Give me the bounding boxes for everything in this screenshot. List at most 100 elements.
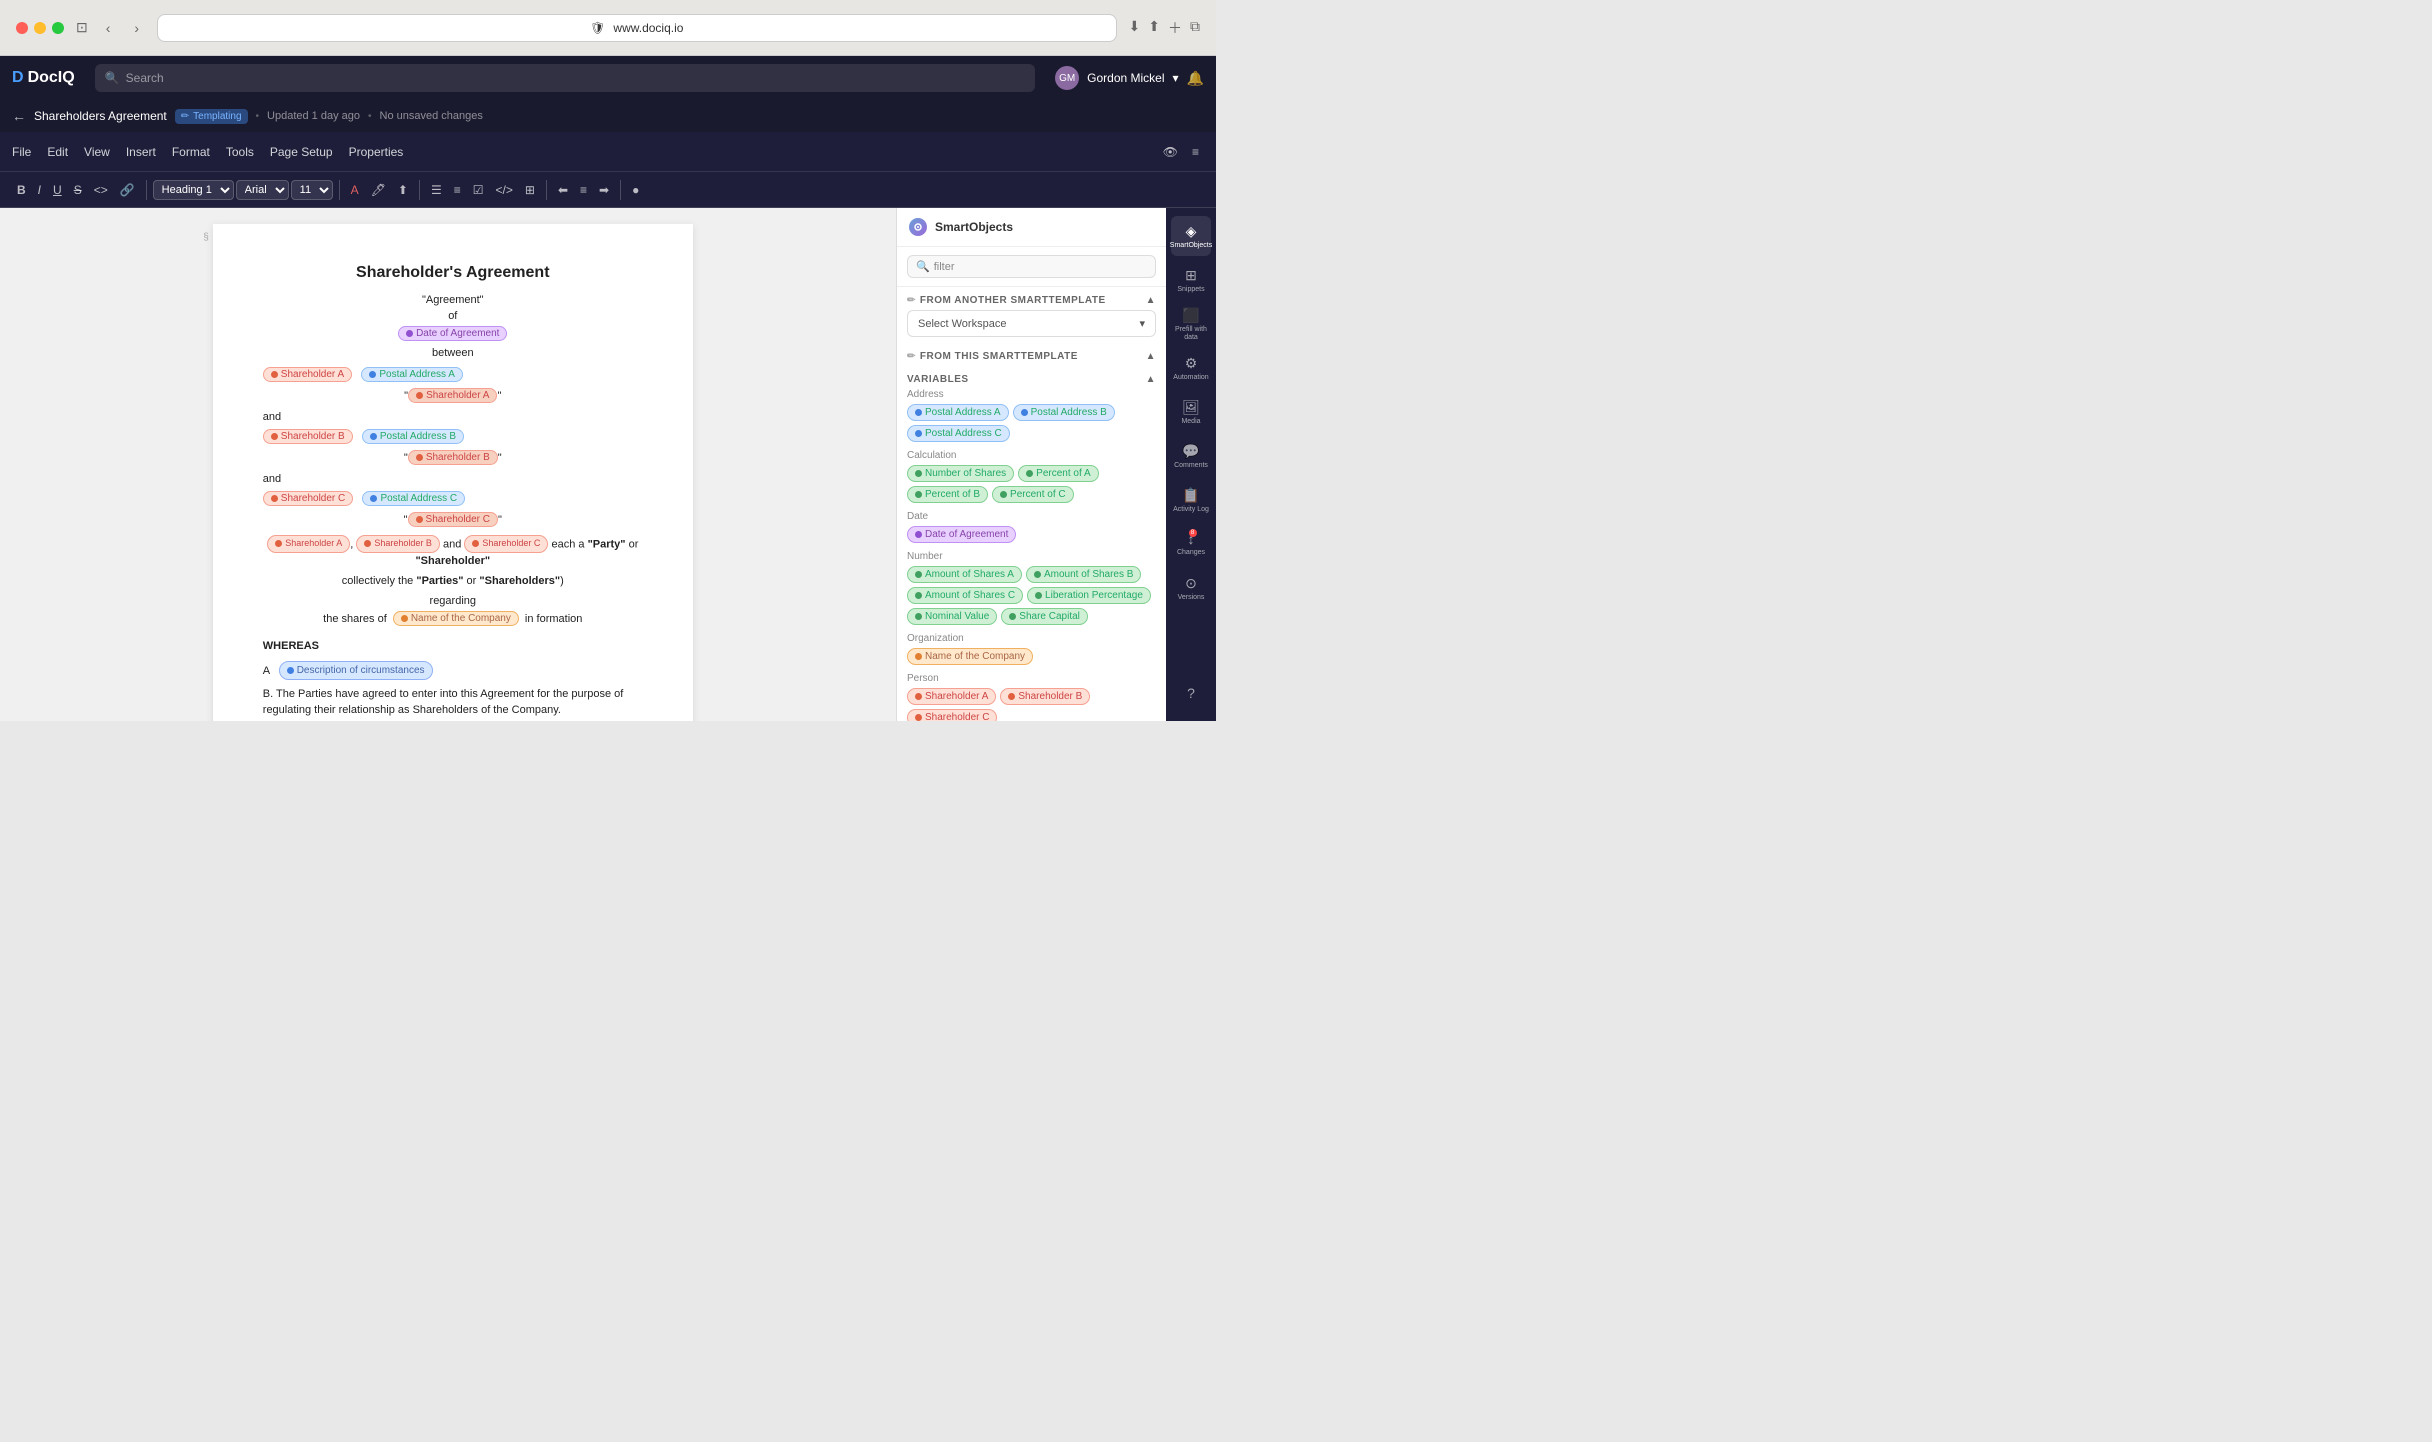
back-button[interactable]: ‹ <box>100 18 117 38</box>
select-workspace-dropdown[interactable]: Select Workspace ▾ <box>907 310 1156 337</box>
var-postal-address-c[interactable]: Postal Address C <box>907 425 1010 442</box>
eye-icon[interactable]: 👁 <box>1158 142 1183 162</box>
heading-select[interactable]: Heading 1 <box>153 180 234 200</box>
shareholder-b-tag[interactable]: Shareholder B <box>263 429 353 444</box>
bell-icon[interactable]: 🔔 <box>1187 70 1204 87</box>
tabs-icon[interactable]: ⧉ <box>1190 18 1200 38</box>
rail-help[interactable]: ? <box>1171 673 1211 713</box>
more-format-button[interactable]: ● <box>627 180 644 200</box>
var-date-of-agreement[interactable]: Date of Agreement <box>907 526 1016 543</box>
shb-inline[interactable]: Shareholder B <box>356 535 440 553</box>
bullet-list-button[interactable]: ☰ <box>426 180 447 200</box>
shareholder-a-quote-tag[interactable]: Shareholder A <box>408 388 497 403</box>
var-amount-shares-c[interactable]: Amount of Shares C <box>907 587 1023 604</box>
rail-media[interactable]: 🖼 Media <box>1171 392 1211 432</box>
var-percent-of-c[interactable]: Percent of C <box>992 486 1074 503</box>
align-center[interactable]: ≡ <box>575 180 592 200</box>
sidebar-content: ✏ FROM ANOTHER SMARTTEMPLATE ▲ Select Wo… <box>897 287 1166 721</box>
forward-button[interactable]: › <box>128 18 145 38</box>
align-left[interactable]: ⬅ <box>553 180 573 200</box>
date-of-agreement-tag[interactable]: Date of Agreement <box>398 326 507 341</box>
user-area: GM Gordon Mickel ▾ 🔔 <box>1055 66 1204 90</box>
shareholder-a-tag[interactable]: Shareholder A <box>263 367 352 382</box>
rail-snippets[interactable]: ⊞ Snippets <box>1171 260 1211 300</box>
var-share-capital[interactable]: Share Capital <box>1001 608 1088 625</box>
description-tag[interactable]: Description of circumstances <box>279 661 433 680</box>
var-percent-of-b[interactable]: Percent of B <box>907 486 988 503</box>
var-nominal-value[interactable]: Nominal Value <box>907 608 997 625</box>
var-postal-address-b[interactable]: Postal Address B <box>1013 404 1115 421</box>
var-number-of-shares[interactable]: Number of Shares <box>907 465 1014 482</box>
rail-prefill[interactable]: ⬛ Prefill with data <box>1171 304 1211 344</box>
var-liberation-percentage[interactable]: Liberation Percentage <box>1027 587 1151 604</box>
sha-inline[interactable]: Shareholder A <box>267 535 350 553</box>
filter-input[interactable]: 🔍 filter <box>907 255 1156 278</box>
shareholder-c-quote-tag[interactable]: Shareholder C <box>408 512 498 527</box>
bold-button[interactable]: B <box>12 180 31 200</box>
menu-icon[interactable]: ≡ <box>1187 142 1204 162</box>
var-amount-shares-b[interactable]: Amount of Shares B <box>1026 566 1142 583</box>
sidebar-toggle[interactable]: ⊡ <box>76 19 88 36</box>
checklist-button[interactable]: ☑ <box>468 180 489 200</box>
var-postal-address-a[interactable]: Postal Address A <box>907 404 1009 421</box>
back-doc-button[interactable]: ← <box>12 108 26 124</box>
menu-format[interactable]: Format <box>172 145 210 159</box>
shareholder-b-quote-tag[interactable]: Shareholder B <box>408 450 498 465</box>
rail-activity-log[interactable]: 📋 Activity Log <box>1171 480 1211 520</box>
shc-inline[interactable]: Shareholder C <box>464 535 548 553</box>
code-button[interactable]: <> <box>89 180 113 200</box>
size-select[interactable]: 11 <box>291 180 333 200</box>
postal-address-a-tag[interactable]: Postal Address A <box>361 367 463 382</box>
shareholder-c-tag[interactable]: Shareholder C <box>263 491 353 506</box>
var-amount-shares-a[interactable]: Amount of Shares A <box>907 566 1022 583</box>
chevron-this-icon[interactable]: ▲ <box>1146 351 1156 362</box>
address-group-label: Address <box>907 389 1156 400</box>
of-label: of <box>263 310 643 322</box>
search-bar[interactable]: 🔍 Search <box>95 64 1035 92</box>
menu-insert[interactable]: Insert <box>126 145 156 159</box>
menu-properties[interactable]: Properties <box>349 145 404 159</box>
var-shareholder-a[interactable]: Shareholder A <box>907 688 996 705</box>
numbered-list-button[interactable]: ≡ <box>449 180 466 200</box>
minimize-button[interactable] <box>34 22 46 34</box>
menu-view[interactable]: View <box>84 145 110 159</box>
postal-address-b-tag[interactable]: Postal Address B <box>362 429 464 444</box>
table-button[interactable]: ⊞ <box>520 180 540 200</box>
code-block-button[interactable]: </> <box>491 180 518 200</box>
menu-file[interactable]: File <box>12 145 31 159</box>
chevron-another-icon[interactable]: ▲ <box>1146 295 1156 306</box>
rail-smartobjects[interactable]: ◈ SmartObjects <box>1171 216 1211 256</box>
rail-comments[interactable]: 💬 Comments <box>1171 436 1211 476</box>
rail-versions[interactable]: ⊙ Versions <box>1171 568 1211 608</box>
agreement-label: "Agreement" <box>263 294 643 306</box>
var-company-name[interactable]: Name of the Company <box>907 648 1033 665</box>
strikethrough-button[interactable]: S <box>69 180 87 200</box>
rail-automation[interactable]: ⚙ Automation <box>1171 348 1211 388</box>
close-button[interactable] <box>16 22 28 34</box>
chevron-vars-icon[interactable]: ▲ <box>1146 374 1156 385</box>
download-icon[interactable]: ⬇ <box>1129 18 1141 38</box>
indent-button[interactable]: ⬆ <box>393 180 413 200</box>
menu-tools[interactable]: Tools <box>226 145 254 159</box>
rail-changes[interactable]: ↕ 8 Changes <box>1171 524 1211 564</box>
var-percent-of-a[interactable]: Percent of A <box>1018 465 1098 482</box>
share-icon[interactable]: ⬆ <box>1148 18 1160 38</box>
postal-address-c-tag[interactable]: Postal Address C <box>362 491 465 506</box>
highlight-button[interactable]: 🖊 <box>366 180 391 200</box>
address-bar[interactable]: 🛡 www.dociq.io <box>157 14 1116 42</box>
align-right[interactable]: ➡ <box>594 180 614 200</box>
menu-edit[interactable]: Edit <box>47 145 68 159</box>
menu-page-setup[interactable]: Page Setup <box>270 145 333 159</box>
maximize-button[interactable] <box>52 22 64 34</box>
italic-button[interactable]: I <box>33 180 46 200</box>
font-select[interactable]: Arial <box>236 180 289 200</box>
link-button[interactable]: 🔗 <box>115 180 140 200</box>
shareholder-c-row: Shareholder C Postal Address C <box>263 491 643 506</box>
text-color-button[interactable]: A <box>346 180 364 200</box>
company-name-tag[interactable]: Name of the Company <box>393 611 519 626</box>
new-tab-icon[interactable]: ＋ <box>1168 18 1182 38</box>
underline-button[interactable]: U <box>48 180 67 200</box>
versions-rail-icon: ⊙ <box>1185 575 1197 592</box>
var-shareholder-c[interactable]: Shareholder C <box>907 709 997 721</box>
var-shareholder-b[interactable]: Shareholder B <box>1000 688 1090 705</box>
